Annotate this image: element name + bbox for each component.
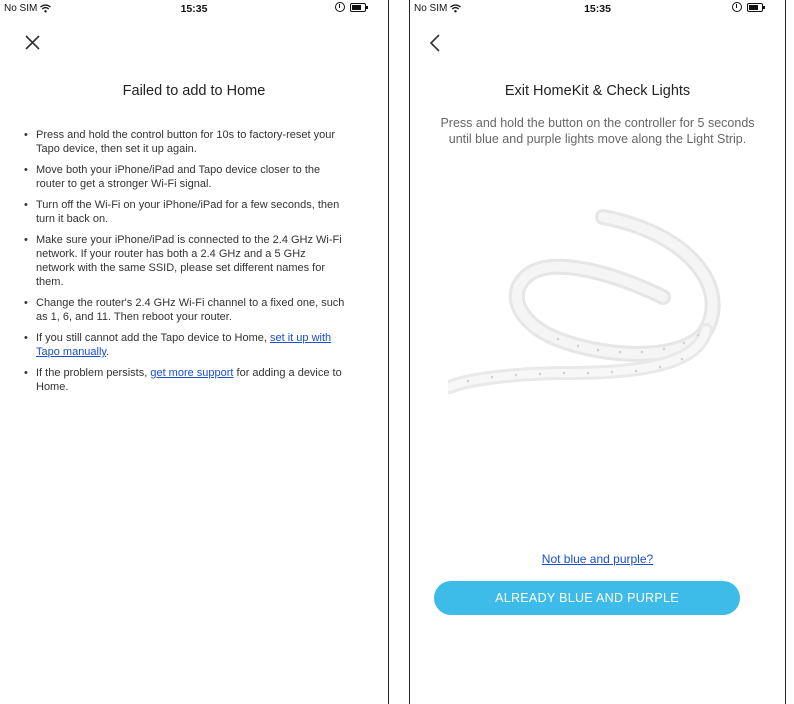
list-item-text: . xyxy=(106,346,110,358)
orientation-lock-icon xyxy=(732,2,742,12)
failed-to-add-screen: No SIM 15:35 Failed to add to Home Press… xyxy=(0,0,389,704)
not-blue-and-purple-link-row: Not blue and purple? xyxy=(410,552,785,566)
status-bar: No SIM 15:35 xyxy=(0,0,388,20)
battery-icon xyxy=(747,2,765,12)
close-button[interactable] xyxy=(22,32,44,54)
page-title: Exit HomeKit & Check Lights xyxy=(504,83,691,99)
already-blue-and-purple-button[interactable]: ALREADY BLUE AND PURPLE xyxy=(434,581,740,615)
list-item-text: If the problem persists, xyxy=(36,367,151,379)
page-title: Failed to add to Home xyxy=(122,83,266,99)
troubleshooting-list: Press and hold the control button for 10… xyxy=(24,128,346,401)
light-strip-illustration xyxy=(448,209,721,394)
list-item: Press and hold the control button for 10… xyxy=(24,128,346,156)
list-item: Turn off the Wi-Fi on your iPhone/iPad f… xyxy=(24,198,346,226)
close-icon xyxy=(25,35,40,50)
list-item: Move both your iPhone/iPad and Tapo devi… xyxy=(24,163,346,191)
get-support-link[interactable]: get more support xyxy=(150,367,233,379)
status-time: 15:35 xyxy=(584,3,611,15)
list-item: If you still cannot add the Tapo device … xyxy=(24,331,346,359)
list-item: Change the router's 2.4 GHz Wi-Fi channe… xyxy=(24,296,346,324)
not-blue-and-purple-link[interactable]: Not blue and purple? xyxy=(542,552,653,566)
orientation-lock-icon xyxy=(335,2,345,12)
list-item: Make sure your iPhone/iPad is connected … xyxy=(24,233,346,289)
check-lights-screen: No SIM 15:35 Exit HomeKit & Check Lights… xyxy=(409,0,786,704)
back-button[interactable] xyxy=(426,32,448,54)
battery-icon xyxy=(350,2,368,12)
status-bar: No SIM 15:35 xyxy=(410,0,785,20)
list-item-text: If you still cannot add the Tapo device … xyxy=(36,332,270,344)
chevron-left-icon xyxy=(429,34,440,52)
list-item: If the problem persists, get more suppor… xyxy=(24,366,346,394)
status-time: 15:35 xyxy=(180,3,208,15)
instruction-text: Press and hold the button on the control… xyxy=(440,116,755,146)
